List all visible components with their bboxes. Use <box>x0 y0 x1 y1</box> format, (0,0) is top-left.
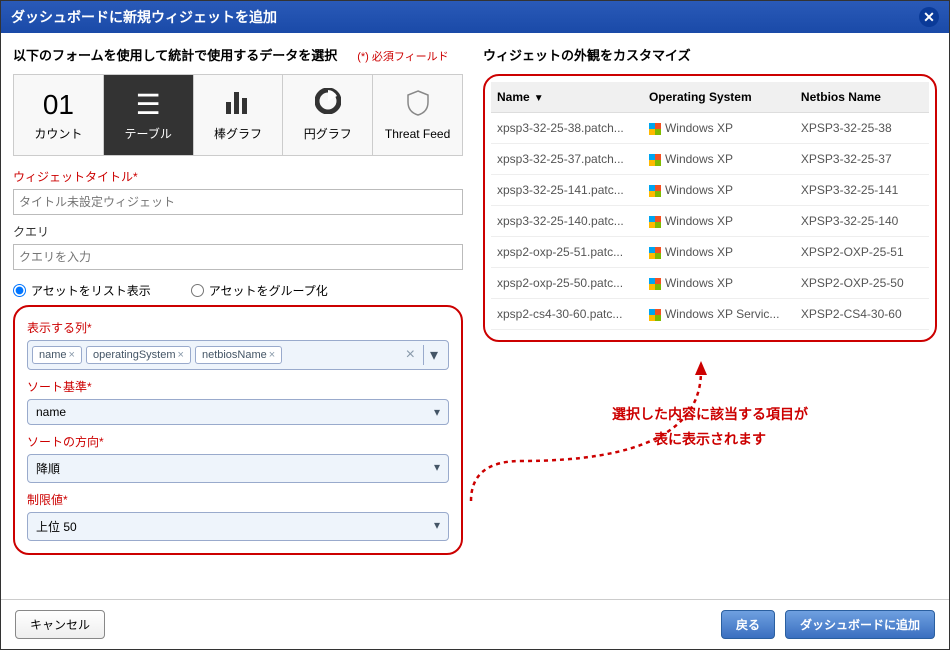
table-row[interactable]: xpsp3-32-25-140.patc...Windows XPXPSP3-3… <box>491 206 929 237</box>
cell-nb: XPSP2-OXP-25-50 <box>795 268 929 299</box>
add-to-dashboard-button[interactable]: ダッシュボードに追加 <box>785 610 935 639</box>
cell-name: xpsp3-32-25-140.patc... <box>491 206 643 237</box>
dialog-title: ダッシュボードに新規ウィジェットを追加 <box>11 7 277 27</box>
cell-nb: XPSP2-CS4-30-60 <box>795 299 929 330</box>
query-input[interactable] <box>13 244 463 270</box>
sort-dir-select[interactable]: 降順 <box>27 454 449 483</box>
preview-box: Name▼ Operating System Netbios Name xpsp… <box>483 74 937 342</box>
table-row[interactable]: xpsp3-32-25-38.patch...Windows XPXPSP3-3… <box>491 113 929 144</box>
cell-os: Windows XP <box>643 144 795 175</box>
chevron-down-icon[interactable]: ▾ <box>423 345 444 365</box>
cell-nb: XPSP3-32-25-141 <box>795 175 929 206</box>
tab-feed-label: Threat Feed <box>385 127 450 141</box>
tab-table[interactable]: ☰ テーブル <box>103 75 193 155</box>
tab-count[interactable]: 01 カウント <box>14 75 103 155</box>
limit-select[interactable]: 上位 50 <box>27 512 449 541</box>
windows-icon <box>649 309 661 321</box>
dialog-footer: キャンセル 戻る ダッシュボードに追加 <box>1 599 949 649</box>
sort-by-select[interactable]: name <box>27 399 449 425</box>
table-row[interactable]: xpsp2-oxp-25-50.patc...Windows XPXPSP2-O… <box>491 268 929 299</box>
widget-title-label: ウィジェットタイトル* <box>13 168 463 185</box>
cell-os: Windows XP <box>643 237 795 268</box>
tab-count-label: カウント <box>34 125 82 142</box>
cell-nb: XPSP2-OXP-25-51 <box>795 237 929 268</box>
cancel-button[interactable]: キャンセル <box>15 610 105 639</box>
limit-label: 制限値* <box>27 491 449 508</box>
required-note: (*) 必須フィールド <box>357 48 448 64</box>
close-icon[interactable]: × <box>269 349 275 361</box>
sort-desc-icon: ▼ <box>534 93 544 104</box>
radio-group-input[interactable] <box>191 284 204 297</box>
windows-icon <box>649 123 661 135</box>
col-name[interactable]: Name▼ <box>491 82 643 113</box>
close-icon[interactable]: ✕ <box>919 7 939 27</box>
tab-bar[interactable]: 棒グラフ <box>193 75 283 155</box>
tab-pie[interactable]: 円グラフ <box>282 75 372 155</box>
back-button[interactable]: 戻る <box>721 610 775 639</box>
sort-dir-label: ソートの方向* <box>27 433 449 450</box>
pie-chart-icon <box>315 88 341 121</box>
cell-name: xpsp3-32-25-37.patch... <box>491 144 643 175</box>
table-row[interactable]: xpsp2-oxp-25-51.patc...Windows XPXPSP2-O… <box>491 237 929 268</box>
radio-list-assets[interactable]: アセットをリスト表示 <box>13 282 151 299</box>
cell-nb: XPSP3-32-25-140 <box>795 206 929 237</box>
cell-name: xpsp2-cs4-30-60.patc... <box>491 299 643 330</box>
preview-table: Name▼ Operating System Netbios Name xpsp… <box>491 82 929 330</box>
query-label: クエリ <box>13 223 463 240</box>
right-header: ウィジェットの外観をカスタマイズ <box>483 45 691 64</box>
cell-os: Windows XP <box>643 206 795 237</box>
left-panel: 以下のフォームを使用して統計で使用するデータを選択 (*) 必須フィールド 01… <box>13 45 463 581</box>
close-icon[interactable]: × <box>69 349 75 361</box>
table-row[interactable]: xpsp2-cs4-30-60.patc...Windows XP Servic… <box>491 299 929 330</box>
windows-icon <box>649 247 661 259</box>
radio-group-assets[interactable]: アセットをグループ化 <box>191 282 328 299</box>
cell-nb: XPSP3-32-25-38 <box>795 113 929 144</box>
cell-name: xpsp3-32-25-141.patc... <box>491 175 643 206</box>
token-nb[interactable]: netbiosName × <box>195 346 282 364</box>
cell-nb: XPSP3-32-25-37 <box>795 144 929 175</box>
cell-os: Windows XP Servic... <box>643 299 795 330</box>
left-header: 以下のフォームを使用して統計で使用するデータを選択 <box>13 45 337 64</box>
token-name[interactable]: name × <box>32 346 82 364</box>
shield-icon <box>407 90 429 123</box>
cell-name: xpsp2-oxp-25-51.patc... <box>491 237 643 268</box>
bar-chart-icon <box>224 89 252 121</box>
close-icon[interactable]: × <box>178 349 184 361</box>
widget-type-tabs: 01 カウント ☰ テーブル 棒グラフ 円グラフ Threat Feed <box>13 74 463 156</box>
windows-icon <box>649 278 661 290</box>
windows-icon <box>649 154 661 166</box>
cell-os: Windows XP <box>643 175 795 206</box>
radio-group-label: アセットをグループ化 <box>209 282 328 299</box>
tab-table-label: テーブル <box>125 125 172 142</box>
windows-icon <box>649 185 661 197</box>
table-icon: ☰ <box>136 88 161 121</box>
config-box: 表示する列* name × operatingSystem × netbiosN… <box>13 305 463 555</box>
table-row[interactable]: xpsp3-32-25-37.patch...Windows XPXPSP3-3… <box>491 144 929 175</box>
sort-by-label: ソート基準* <box>27 378 449 395</box>
windows-icon <box>649 216 661 228</box>
cell-name: xpsp3-32-25-38.patch... <box>491 113 643 144</box>
col-nb[interactable]: Netbios Name <box>795 82 929 113</box>
tab-pie-label: 円グラフ <box>304 125 352 142</box>
cell-name: xpsp2-oxp-25-50.patc... <box>491 268 643 299</box>
clear-tokens-icon[interactable]: × <box>402 346 419 364</box>
widget-title-input[interactable] <box>13 189 463 215</box>
table-row[interactable]: xpsp3-32-25-141.patc...Windows XPXPSP3-3… <box>491 175 929 206</box>
columns-multiselect[interactable]: name × operatingSystem × netbiosName × ×… <box>27 340 449 370</box>
col-os[interactable]: Operating System <box>643 82 795 113</box>
cell-os: Windows XP <box>643 113 795 144</box>
tab-threat-feed[interactable]: Threat Feed <box>372 75 462 155</box>
token-os[interactable]: operatingSystem × <box>86 346 191 364</box>
columns-label: 表示する列* <box>27 319 449 336</box>
right-panel: ウィジェットの外観をカスタマイズ Name▼ Operating System … <box>483 45 937 581</box>
annotation-text: 選択した内容に該当する項目が 表に表示されます <box>483 402 937 452</box>
count-icon: 01 <box>43 89 74 121</box>
radio-list-input[interactable] <box>13 284 26 297</box>
radio-list-label: アセットをリスト表示 <box>31 282 151 299</box>
tab-bar-label: 棒グラフ <box>214 125 262 142</box>
cell-os: Windows XP <box>643 268 795 299</box>
